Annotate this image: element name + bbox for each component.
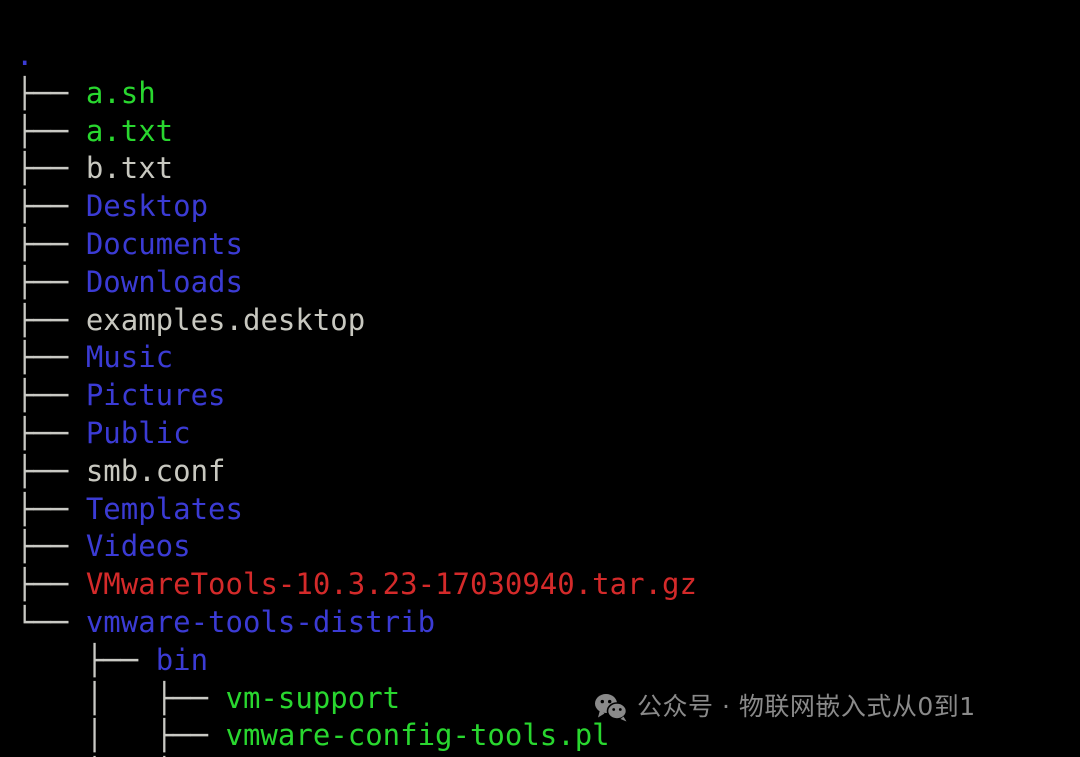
tree-entry-name: VMwareTools-10.3.23-17030940.tar.gz [85,567,697,602]
tree-entry-name: Templates [85,491,243,526]
tree-branch-connector: │ ├── [16,718,226,753]
tree-row: ├── Public [16,415,697,453]
tree-branch-connector: ├── [16,151,86,186]
tree-entry-name: . [16,38,34,72]
tree-branch-connector: ├── [16,189,86,224]
tree-branch-connector: └── [16,604,86,639]
tree-entry-name: Downloads [85,264,243,299]
tree-row: │ ├── vm-support [16,680,697,718]
tree-branch-connector: ├── [16,491,86,526]
tree-row: ├── a.sh [16,75,697,113]
tree-row: ├── a.txt [16,113,697,151]
tree-branch-connector: ├── [16,302,86,337]
tree-branch-connector: ├── [16,567,86,602]
tree-entry-name: vm-support [225,680,401,715]
tree-branch-connector: ├── [16,113,86,148]
tree-row: ├── examples.desktop [16,302,697,340]
tree-entry-name: Music [85,340,174,375]
tree-branch-connector: ├── [16,264,86,299]
tree-entry-name: a.sh [85,75,156,110]
tree-entry-name: smb.conf [85,453,226,488]
tree-row: ├── Templates [16,491,697,529]
tree-branch-connector: ├── [16,529,86,564]
tree-branch-connector: ├── [16,75,86,110]
tree-entry-name: examples.desktop [85,302,366,337]
tree-branch-connector: ├── [16,378,86,413]
tree-entry-name: Videos [85,529,191,564]
tree-row: │ ├── vmware-config-tools.pl [16,717,697,755]
tree-entry-name: b.txt [85,151,174,186]
tree-branch-connector: ├── [16,642,156,677]
tree-row: ├── smb.conf [16,453,697,491]
tree-row: . [16,37,697,75]
tree-row: ├── Pictures [16,377,697,415]
tree-entry-name: Documents [85,226,243,261]
tree-entry-name: vmware-tools-distrib [85,604,436,639]
tree-entry-name: vmware-config-tools.pl [225,718,610,753]
tree-row: ├── Downloads [16,264,697,302]
tree-entry-name: bin [155,642,209,677]
tree-branch-connector: ├── [16,453,86,488]
tree-entry-name: a.txt [85,113,174,148]
tree-row: ├── Music [16,339,697,377]
tree-row: ├── bin [16,642,697,680]
tree-command-output: . ├── a.sh ├── a.txt ├── b.txt ├── Desktop ├─… [16,37,697,757]
tree-row: ├── b.txt [16,150,697,188]
tree-entry-name: Desktop [85,189,209,224]
tree-entry-name: Public [85,415,191,450]
tree-branch-connector: ├── [16,226,86,261]
tree-row: └── vmware-tools-distrib [16,604,697,642]
tree-row: ├── Videos [16,528,697,566]
tree-branch-connector: ├── [16,340,86,375]
tree-branch-connector: │ ├── [16,680,226,715]
tree-branch-connector: ├── [16,415,86,450]
tree-entry-name: Pictures [85,378,226,413]
tree-row: ├── Documents [16,226,697,264]
tree-row: ├── Desktop [16,188,697,226]
terminal-window: . ├── a.sh ├── a.txt ├── b.txt ├── Desktop ├─… [0,0,1080,757]
tree-row: ├── VMwareTools-10.3.23-17030940.tar.gz [16,566,697,604]
